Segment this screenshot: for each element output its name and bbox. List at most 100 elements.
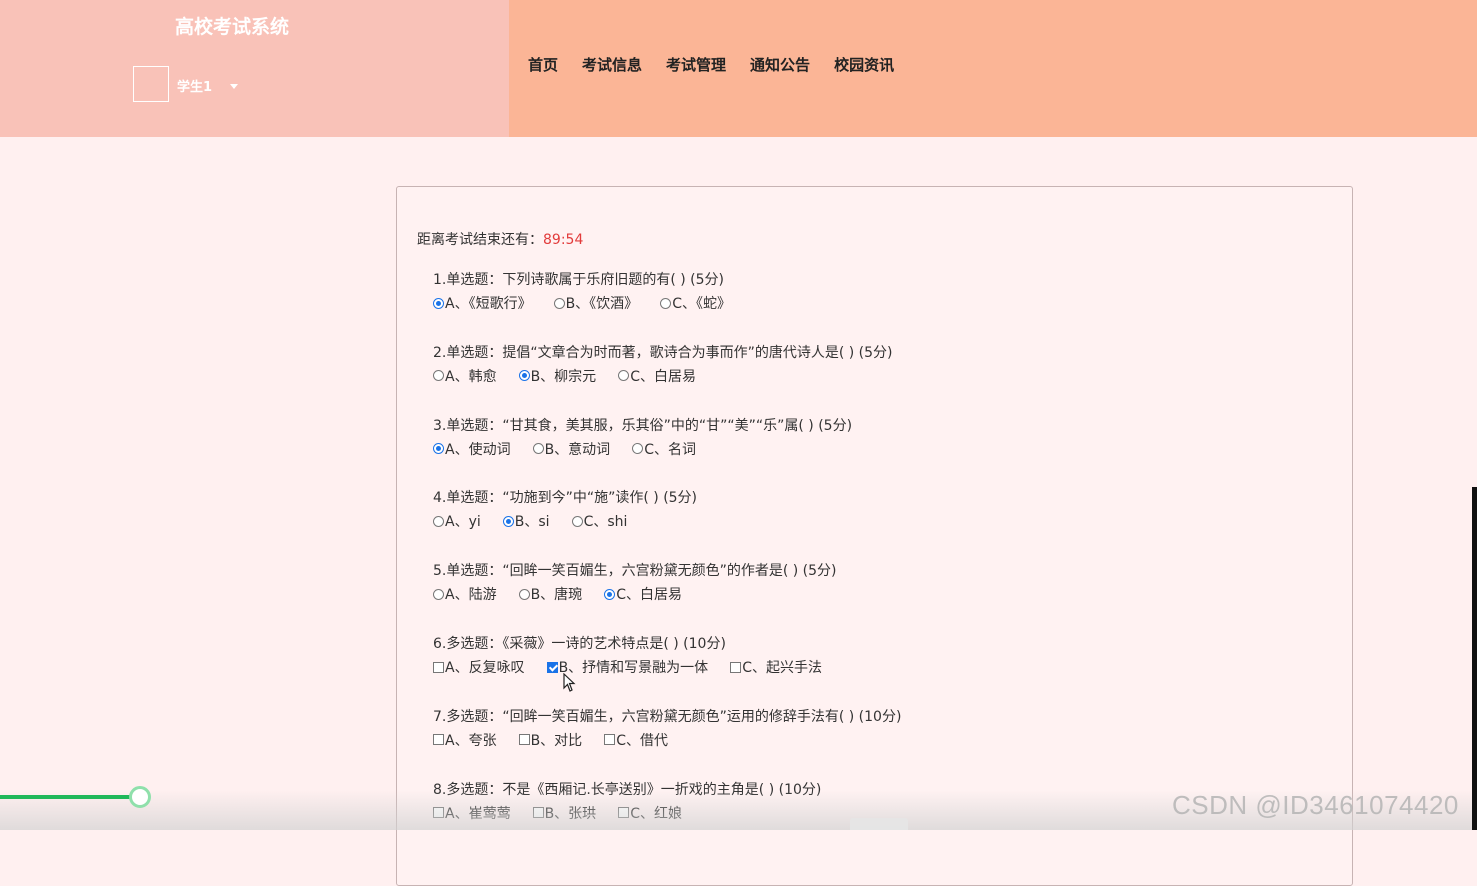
answer-radio[interactable] (571, 515, 583, 527)
option-label: B、张珙 (544, 805, 597, 822)
avatar[interactable] (133, 66, 169, 102)
user-name[interactable]: 学生1 (177, 76, 212, 95)
answer-radio[interactable] (618, 370, 630, 382)
answer-radio[interactable] (604, 588, 616, 600)
exam-paper: 距离考试结束还有：89:54 1.单选题：下列诗歌属于乐府旧题的有( ) (5分… (396, 186, 1353, 886)
answer-option[interactable]: B、张珙 (532, 803, 597, 823)
answer-radio[interactable] (532, 443, 544, 455)
edge-scrollbar (1472, 487, 1477, 830)
option-label: B、《饮酒》 (565, 296, 639, 312)
answer-checkbox[interactable] (433, 661, 444, 673)
answer-option[interactable]: A、崔莺莺 (433, 803, 511, 823)
answer-options: A、崔莺莺 B、张珙 C、红娘 (433, 801, 821, 825)
answer-options: A、夸张 B、对比 C、借代 (433, 728, 901, 752)
question-item: 1.单选题：下列诗歌属于乐府旧题的有( ) (5分) A、《短歌行》 B、《饮酒》 C… (433, 269, 753, 315)
nav-campus-news[interactable]: 校园资讯 (834, 54, 894, 75)
answer-radio[interactable] (632, 443, 644, 455)
answer-radio[interactable] (502, 515, 514, 527)
question-item: 5.单选题：“回眸一笑百媚生，六宫粉黛无颜色”的作者是( ) (5分) A、陆游 B… (433, 560, 837, 606)
main-nav: 首页 考试信息 考试管理 通知公告 校园资讯 (528, 54, 894, 75)
answer-checkbox[interactable] (532, 807, 544, 819)
exam-timer: 距离考试结束还有：89:54 (417, 229, 583, 249)
answer-option[interactable]: C、红娘 (618, 803, 682, 823)
answer-option[interactable]: B、柳宗元 (518, 366, 596, 386)
answer-option[interactable]: C、借代 (604, 730, 668, 750)
answer-options: A、韩愈 B、柳宗元 C、白居易 (433, 364, 893, 388)
option-label: B、对比 (530, 732, 583, 749)
answer-option[interactable]: A、《短歌行》 (433, 293, 532, 313)
answer-checkbox[interactable] (604, 734, 616, 746)
timer-label: 距离考试结束还有： (417, 232, 543, 248)
watermark: CSDN @ID3461074420 (1172, 790, 1459, 820)
answer-option[interactable]: C、白居易 (618, 366, 696, 386)
option-label: A、陆游 (445, 587, 497, 604)
answer-option[interactable]: A、yi (433, 511, 481, 531)
option-label: C、起兴手法 (742, 660, 822, 676)
option-label: A、《短歌行》 (445, 296, 532, 312)
answer-option[interactable]: A、陆游 (433, 584, 497, 604)
nav-home[interactable]: 首页 (528, 54, 558, 75)
answer-options: A、使动词 B、意动词 C、名词 (433, 437, 852, 461)
question-item: 4.单选题：“功施到今”中“施”读作( ) (5分) A、yi B、si C、shi (433, 487, 697, 533)
option-label: C、shi (583, 514, 628, 531)
answer-option[interactable]: C、shi (571, 511, 628, 531)
answer-checkbox[interactable] (433, 734, 444, 746)
play-button-icon[interactable] (850, 818, 908, 830)
top-header: 高校考试系统 学生1 首页 考试信息 考试管理 通知公告 校园资讯 (0, 0, 1477, 137)
timer-value: 89:54 (543, 232, 584, 248)
video-progress-handle[interactable] (129, 786, 151, 808)
answer-checkbox[interactable] (618, 807, 630, 819)
video-progress-bar[interactable] (0, 795, 140, 799)
answer-radio[interactable] (433, 588, 444, 600)
answer-option[interactable]: B、意动词 (532, 439, 611, 459)
nav-notice[interactable]: 通知公告 (750, 54, 810, 75)
answer-radio[interactable] (660, 297, 672, 309)
answer-option[interactable]: C、白居易 (604, 584, 682, 604)
option-label: C、名词 (644, 441, 696, 458)
option-label: C、红娘 (630, 805, 682, 822)
answer-radio[interactable] (518, 588, 530, 600)
option-label: A、yi (445, 514, 481, 531)
answer-option[interactable]: C、名词 (632, 439, 696, 459)
option-label: B、意动词 (544, 441, 611, 458)
answer-option[interactable]: A、韩愈 (433, 366, 497, 386)
question-item: 2.单选题：提倡“文章合为时而著，歌诗合为事而作”的唐代诗人是( ) (5分) A… (433, 342, 893, 388)
answer-option[interactable]: A、使动词 (433, 439, 511, 459)
answer-radio[interactable] (433, 443, 444, 455)
answer-options: A、陆游 B、唐琬 C、白居易 (433, 582, 837, 606)
question-item: 8.多选题：不是《西厢记.长亭送别》一折戏的主角是( ) (10分) A、崔莺莺 B… (433, 779, 821, 825)
answer-radio[interactable] (553, 297, 565, 309)
option-label: A、反复咏叹 (445, 660, 525, 676)
answer-option[interactable]: C、起兴手法 (730, 657, 822, 677)
option-label: B、抒情和写景融为一体 (558, 660, 709, 676)
answer-checkbox[interactable] (433, 807, 444, 819)
answer-radio[interactable] (433, 370, 444, 382)
nav-exam-manage[interactable]: 考试管理 (666, 54, 726, 75)
option-label: C、白居易 (630, 368, 696, 385)
question-item: 6.多选题：《采薇》一诗的艺术特点是( ) (10分) A、反复咏叹 B、抒情和写景… (433, 633, 844, 679)
mouse-cursor-icon (563, 673, 576, 692)
answer-radio[interactable] (433, 297, 444, 309)
option-label: C、《蛇》 (672, 296, 731, 312)
answer-option[interactable]: A、反复咏叹 (433, 657, 525, 677)
nav-exam-info[interactable]: 考试信息 (582, 54, 642, 75)
question-item: 7.多选题：“回眸一笑百媚生，六宫粉黛无颜色”运用的修辞手法有( ) (10分)… (433, 706, 901, 752)
question-item: 3.单选题：“甘其食，美其服，乐其俗”中的“甘”“美”“乐”属( ) (5分) A… (433, 415, 852, 461)
answer-option[interactable]: B、对比 (518, 730, 583, 750)
answer-checkbox[interactable] (518, 734, 530, 746)
answer-radio[interactable] (518, 370, 530, 382)
answer-checkbox[interactable] (730, 661, 742, 673)
answer-option[interactable]: B、《饮酒》 (553, 293, 639, 313)
answer-option[interactable]: B、唐琬 (518, 584, 582, 604)
answer-option[interactable]: C、《蛇》 (660, 293, 731, 313)
option-label: A、夸张 (445, 732, 497, 749)
option-label: B、si (514, 514, 550, 531)
answer-radio[interactable] (433, 515, 444, 527)
question-title: 3.单选题：“甘其食，美其服，乐其俗”中的“甘”“美”“乐”属( ) (5分) (433, 417, 853, 434)
question-title: 8.多选题：不是《西厢记.长亭送别》一折戏的主角是( ) (10分) (433, 781, 822, 798)
answer-option[interactable]: A、夸张 (433, 730, 497, 750)
chevron-down-icon[interactable] (230, 84, 238, 89)
question-title: 5.单选题：“回眸一笑百媚生，六宫粉黛无颜色”的作者是( ) (5分) (433, 563, 837, 580)
answer-checkbox[interactable] (546, 661, 558, 673)
answer-option[interactable]: B、si (502, 511, 550, 531)
